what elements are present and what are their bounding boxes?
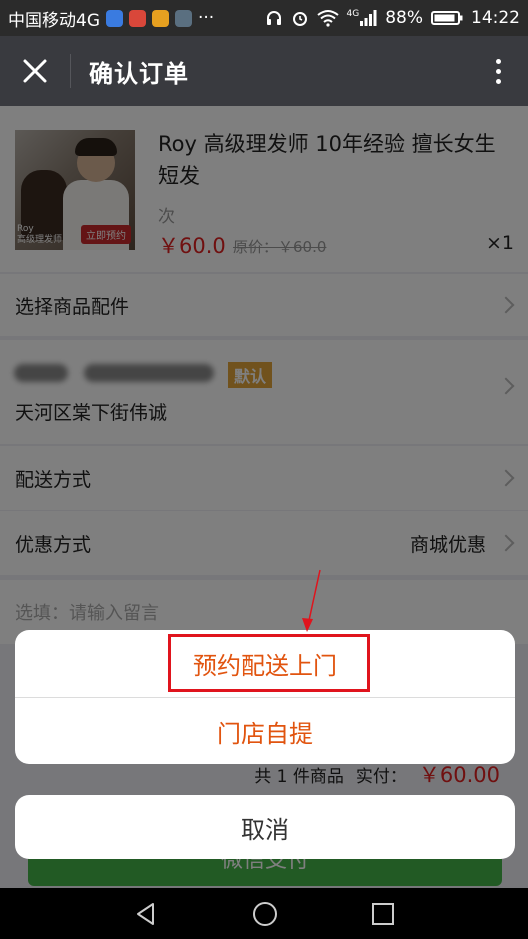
annotation-arrow: [302, 569, 321, 632]
back-icon[interactable]: [133, 901, 159, 927]
system-nav-bar: [0, 888, 528, 939]
home-icon[interactable]: [251, 900, 279, 928]
recents-icon[interactable]: [371, 902, 395, 926]
